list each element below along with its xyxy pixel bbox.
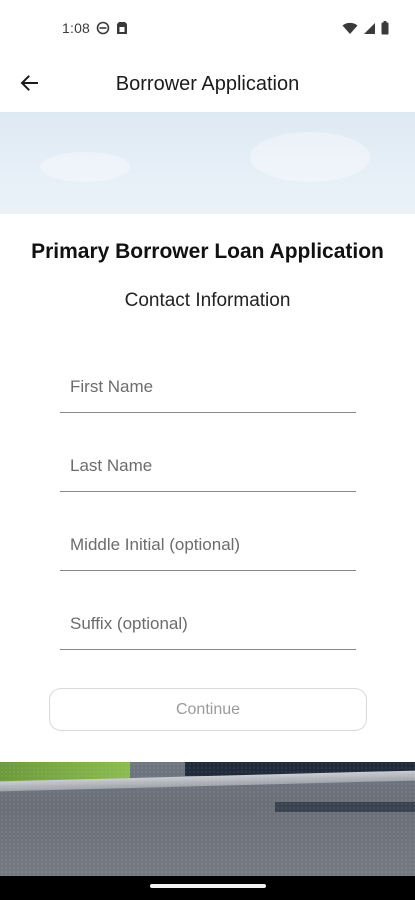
cell-signal-icon: [363, 22, 376, 35]
street-background-image: [0, 762, 415, 876]
last-name-input[interactable]: [60, 440, 356, 491]
wifi-icon: [342, 22, 358, 35]
continue-button[interactable]: Continue: [49, 688, 367, 731]
system-navigation-bar: [0, 876, 415, 900]
back-button[interactable]: [14, 68, 44, 98]
form-subtitle: Contact Information: [124, 290, 291, 311]
arrow-back-icon: [19, 73, 39, 93]
app-bar: Borrower Application: [0, 56, 415, 112]
suffix-field[interactable]: [60, 598, 356, 650]
home-gesture-handle[interactable]: [149, 884, 266, 888]
continue-button-label: Continue: [175, 700, 241, 718]
last-name-field[interactable]: [60, 440, 356, 492]
asphalt-texture: [0, 762, 415, 876]
cloud-shape: [40, 152, 130, 182]
hero-background-image: [0, 112, 415, 214]
cloud-shape: [250, 132, 370, 182]
form-title: Primary Borrower Loan Application: [31, 240, 384, 263]
sim-card-icon: [116, 21, 128, 35]
do-not-disturb-icon: [96, 21, 110, 35]
page-title: Borrower Application: [115, 72, 300, 95]
status-right: [342, 21, 389, 35]
middle-initial-input[interactable]: [60, 519, 356, 570]
first-name-field[interactable]: [60, 361, 356, 413]
status-time: 1:08: [62, 20, 91, 36]
battery-icon: [381, 21, 389, 35]
status-bar: 1:08: [0, 0, 415, 56]
first-name-input[interactable]: [60, 361, 356, 412]
suffix-input[interactable]: [60, 598, 356, 649]
status-left: 1:08: [62, 20, 128, 36]
middle-initial-field[interactable]: [60, 519, 356, 571]
